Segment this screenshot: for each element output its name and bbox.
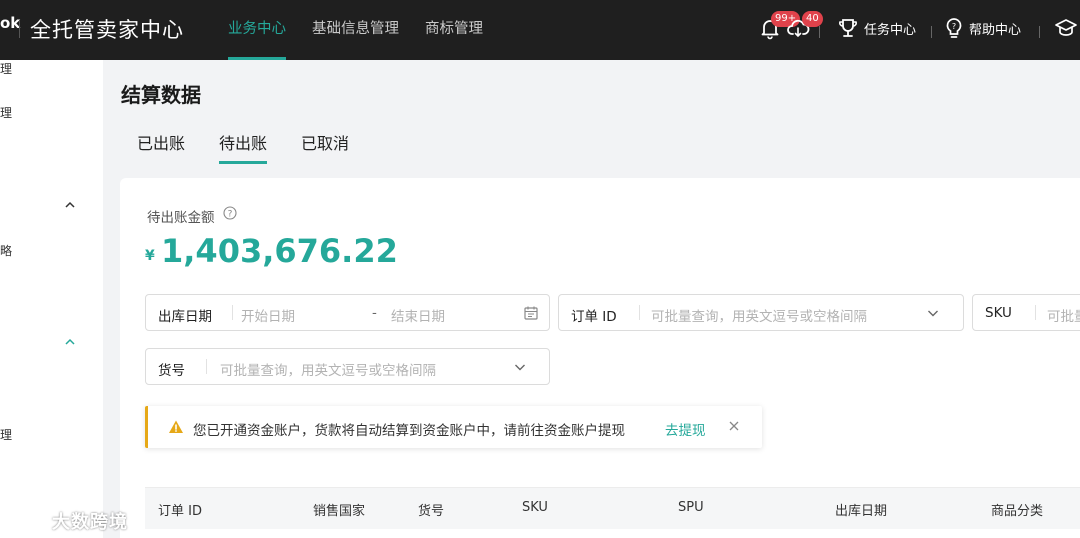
column-header-ship-date: 出库日期 bbox=[835, 504, 888, 519]
chevron-down-icon[interactable] bbox=[512, 359, 528, 375]
column-header-country: 销售国家 bbox=[313, 504, 366, 519]
logo-divider bbox=[19, 20, 20, 38]
warning-icon bbox=[169, 420, 183, 433]
sidebar-item-label[interactable]: 理 bbox=[0, 104, 12, 121]
tab-pending[interactable]: 待出账 bbox=[219, 130, 268, 164]
logo-fragment: ok bbox=[0, 14, 21, 32]
topbar-divider bbox=[1039, 26, 1040, 38]
pending-amount-label: 待出账金额 bbox=[147, 210, 215, 226]
main-nav: 业务中心 基础信息管理 商标管理 bbox=[228, 0, 509, 60]
graduation-cap-icon[interactable] bbox=[1054, 16, 1078, 40]
table-header: 订单 ID 销售国家 货号 SKU SPU 出库日期 商品分类 bbox=[145, 487, 1080, 529]
sku-field[interactable]: SKU 可批量 bbox=[972, 294, 1080, 331]
field-divider bbox=[1035, 305, 1036, 320]
help-center-link[interactable]: 帮助中心 bbox=[969, 19, 1021, 38]
sidebar-item-label[interactable]: 理 bbox=[0, 426, 12, 443]
chevron-up-icon[interactable] bbox=[64, 199, 76, 211]
column-header-spu: SPU bbox=[678, 500, 704, 515]
app-title: 全托管卖家中心 bbox=[30, 18, 184, 42]
question-circle-icon[interactable]: ? bbox=[223, 206, 237, 220]
ship-date-range-field[interactable]: 出库日期 开始日期 - 结束日期 bbox=[145, 294, 550, 331]
help-bulb-icon[interactable]: ? bbox=[942, 16, 966, 40]
field-divider bbox=[639, 305, 640, 320]
cloud-badge: 40 bbox=[802, 11, 823, 27]
close-icon[interactable] bbox=[728, 420, 740, 432]
page-title: 结算数据 bbox=[121, 83, 201, 107]
calendar-icon[interactable] bbox=[523, 305, 539, 321]
svg-text:?: ? bbox=[952, 22, 956, 31]
start-date-input[interactable]: 开始日期 bbox=[241, 305, 295, 325]
trophy-icon[interactable] bbox=[836, 16, 860, 40]
task-center-link[interactable]: 任务中心 bbox=[864, 19, 916, 38]
item-number-input[interactable]: 可批量查询，用英文逗号或空格间隔 bbox=[220, 359, 436, 379]
sidebar: 理 理 略 理 bbox=[0, 60, 103, 538]
column-header-item-number: 货号 bbox=[418, 504, 445, 519]
currency-symbol: ¥ bbox=[145, 248, 155, 264]
date-range-dash: - bbox=[372, 305, 377, 321]
field-divider bbox=[232, 305, 233, 320]
chevron-down-icon[interactable] bbox=[925, 305, 941, 321]
ship-date-label: 出库日期 bbox=[158, 309, 212, 325]
nav-business-center[interactable]: 业务中心 bbox=[228, 0, 286, 60]
topbar-divider bbox=[819, 26, 820, 38]
column-header-order-id: 订单 ID bbox=[158, 504, 202, 519]
sidebar-item-label[interactable]: 理 bbox=[0, 60, 12, 77]
funds-account-alert: 您已开通资金账户，货款将自动结算到资金账户中，请前往资金账户提现 去提现 bbox=[145, 406, 762, 448]
item-number-field[interactable]: 货号 可批量查询，用英文逗号或空格间隔 bbox=[145, 348, 550, 385]
status-tabs: 已出账 待出账 已取消 bbox=[137, 130, 383, 164]
pending-amount-value: 1,403,676.22 bbox=[161, 232, 398, 270]
top-bar: ok 全托管卖家中心 业务中心 基础信息管理 商标管理 99+ 40 任务中心 … bbox=[0, 0, 1080, 60]
tab-settled[interactable]: 已出账 bbox=[137, 130, 185, 164]
order-id-field[interactable]: 订单 ID 可批量查询，用英文逗号或空格间隔 bbox=[558, 294, 964, 331]
column-header-category: 商品分类 bbox=[991, 504, 1044, 519]
alert-message: 您已开通资金账户，货款将自动结算到资金账户中，请前往资金账户提现 bbox=[193, 423, 625, 439]
sidebar-item-label[interactable]: 略 bbox=[0, 242, 12, 259]
tab-cancelled[interactable]: 已取消 bbox=[301, 130, 349, 164]
field-divider bbox=[206, 359, 207, 374]
order-id-input[interactable]: 可批量查询，用英文逗号或空格间隔 bbox=[651, 305, 867, 325]
item-number-label: 货号 bbox=[158, 363, 185, 379]
nav-basic-info[interactable]: 基础信息管理 bbox=[312, 0, 399, 60]
withdraw-link[interactable]: 去提现 bbox=[665, 419, 706, 439]
sku-label: SKU bbox=[985, 305, 1012, 321]
topbar-divider bbox=[931, 26, 932, 38]
sku-input[interactable]: 可批量 bbox=[1047, 305, 1080, 325]
chevron-up-icon[interactable] bbox=[64, 336, 76, 348]
watermark-text: 大数跨境 bbox=[52, 512, 128, 533]
column-header-sku: SKU bbox=[522, 500, 548, 515]
svg-text:?: ? bbox=[228, 210, 233, 220]
order-id-label: 订单 ID bbox=[571, 309, 617, 325]
end-date-input[interactable]: 结束日期 bbox=[391, 305, 445, 325]
nav-trademark[interactable]: 商标管理 bbox=[425, 0, 483, 60]
